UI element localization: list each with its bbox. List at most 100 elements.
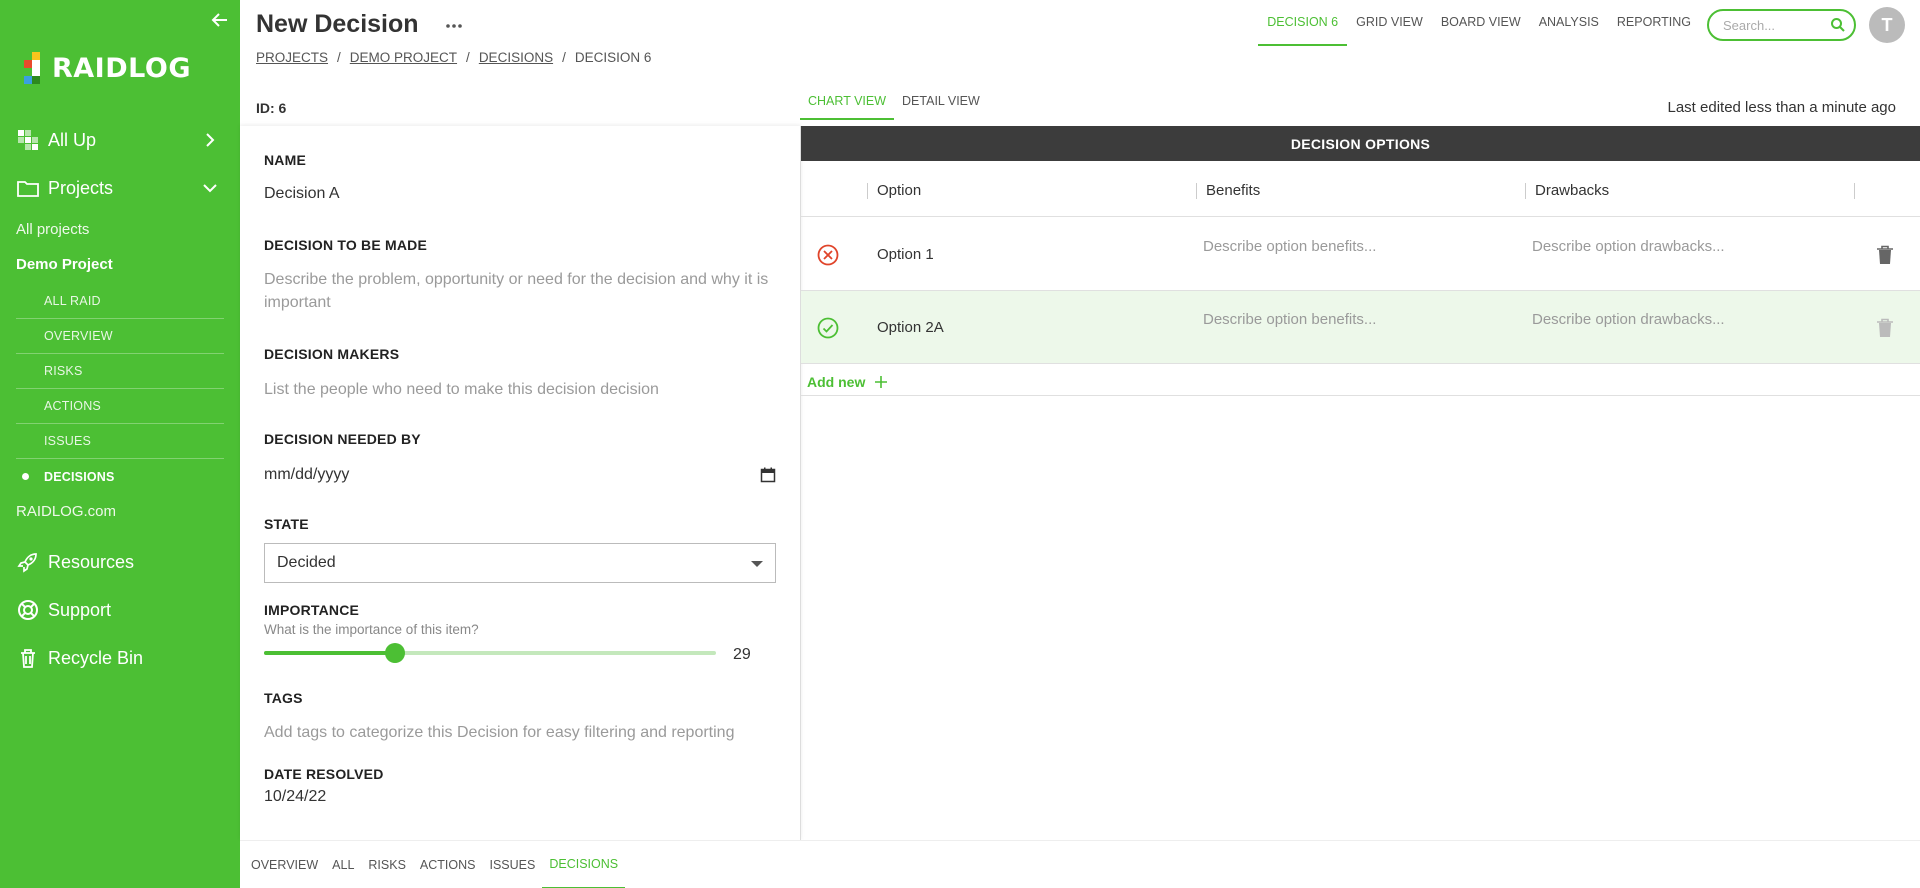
tab-reporting[interactable]: REPORTING bbox=[1608, 0, 1700, 46]
option-drawbacks-field[interactable]: Describe option drawbacks... bbox=[1532, 238, 1725, 255]
record-id: ID: 6 bbox=[256, 100, 287, 116]
lifebuoy-icon bbox=[16, 598, 40, 622]
state-value: Decided bbox=[277, 554, 336, 571]
sidebar-item-decisions[interactable]: DECISIONS bbox=[16, 459, 224, 494]
bottom-tab-overview[interactable]: OVERVIEW bbox=[244, 841, 325, 888]
sidebar: RAIDLOG All Up Projects All projects Dem… bbox=[0, 0, 240, 888]
bottom-tab-risks[interactable]: RISKS bbox=[361, 841, 413, 888]
avatar[interactable]: T bbox=[1869, 7, 1905, 43]
collapse-sidebar-button[interactable] bbox=[206, 6, 234, 34]
column-header-benefits: Benefits bbox=[1196, 183, 1260, 199]
add-new-option-button[interactable]: Add new bbox=[807, 374, 888, 390]
option-name[interactable]: Option 2A bbox=[877, 319, 944, 336]
breadcrumb: PROJECTS / DEMO PROJECT / DECISIONS / DECIS… bbox=[256, 50, 652, 65]
column-divider bbox=[1854, 183, 1864, 199]
breadcrumb-demo-project[interactable]: DEMO PROJECT bbox=[350, 50, 457, 65]
state-select[interactable]: Decided bbox=[264, 543, 776, 583]
sidebar-item-resources[interactable]: Resources bbox=[0, 542, 240, 582]
option-benefits-field[interactable]: Describe option benefits... bbox=[1203, 238, 1376, 255]
sidebar-current-project[interactable]: Demo Project bbox=[16, 256, 113, 273]
date-resolved-label: DATE RESOLVED bbox=[264, 766, 384, 782]
plus-icon bbox=[875, 376, 888, 388]
folder-icon bbox=[16, 176, 40, 200]
tab-analysis[interactable]: ANALYSIS bbox=[1530, 0, 1608, 46]
decision-to-be-made-label: DECISION TO BE MADE bbox=[264, 237, 428, 253]
reject-circle-icon[interactable] bbox=[817, 244, 839, 266]
date-resolved-value: 10/24/22 bbox=[264, 788, 327, 805]
sidebar-item-label: Support bbox=[48, 599, 112, 620]
delete-icon[interactable] bbox=[1876, 245, 1894, 265]
search-input[interactable] bbox=[1723, 17, 1823, 33]
decision-to-be-made-field[interactable]: Describe the problem, opportunity or nee… bbox=[264, 268, 774, 314]
sidebar-item-actions[interactable]: ACTIONS bbox=[16, 389, 224, 424]
raidlog-website-link[interactable]: RAIDLOG.com bbox=[16, 503, 116, 520]
add-new-label: Add new bbox=[807, 374, 866, 390]
tags-label: TAGS bbox=[264, 690, 303, 706]
bottom-tab-actions[interactable]: ACTIONS bbox=[413, 841, 483, 888]
delete-icon[interactable] bbox=[1876, 318, 1894, 338]
tab-grid-view[interactable]: GRID VIEW bbox=[1347, 0, 1432, 46]
sidebar-item-label: All Up bbox=[48, 129, 97, 150]
calendar-icon[interactable] bbox=[760, 467, 776, 483]
date-value: mm/dd/yyyy bbox=[264, 466, 350, 483]
arrow-left-icon bbox=[211, 13, 227, 27]
name-label: NAME bbox=[264, 152, 307, 168]
sidebar-all-projects-link[interactable]: All projects bbox=[16, 221, 89, 238]
logo-mark-icon bbox=[24, 52, 48, 84]
sidebar-item-support[interactable]: Support bbox=[0, 590, 240, 630]
slider-thumb[interactable] bbox=[385, 643, 406, 663]
sidebar-item-label: Recycle Bin bbox=[48, 647, 144, 668]
chevron-right-icon bbox=[206, 133, 215, 147]
option-row[interactable]: Option 2A Describe option benefits... De… bbox=[801, 291, 1920, 364]
bottom-tabs: OVERVIEW ALL RISKS ACTIONS ISSUES DECISI… bbox=[240, 840, 1920, 888]
column-header-option: Option bbox=[867, 183, 921, 199]
tab-detail-view[interactable]: DETAIL VIEW bbox=[894, 86, 988, 120]
importance-label: IMPORTANCE bbox=[264, 602, 360, 618]
option-drawbacks-field[interactable]: Describe option drawbacks... bbox=[1532, 311, 1725, 328]
importance-value: 29 bbox=[733, 646, 751, 663]
option-benefits-field[interactable]: Describe option benefits... bbox=[1203, 311, 1376, 328]
page-title: New Decision bbox=[256, 10, 419, 38]
sidebar-item-all-up[interactable]: All Up bbox=[0, 120, 240, 160]
importance-help-text: What is the importance of this item? bbox=[264, 622, 479, 637]
search-box bbox=[1707, 9, 1856, 41]
more-options-button[interactable] bbox=[444, 16, 464, 36]
bottom-tab-decisions[interactable]: DECISIONS bbox=[542, 841, 626, 888]
tab-chart-view[interactable]: CHART VIEW bbox=[800, 86, 895, 120]
tab-board-view[interactable]: BOARD VIEW bbox=[1432, 0, 1530, 46]
sidebar-item-risks[interactable]: RISKS bbox=[16, 354, 224, 389]
sidebar-item-label: Resources bbox=[48, 551, 135, 572]
raidlog-logo[interactable]: RAIDLOG bbox=[24, 52, 191, 84]
options-column-headers: Option Benefits Drawbacks bbox=[801, 161, 1920, 217]
sidebar-item-projects[interactable]: Projects bbox=[0, 168, 240, 208]
sidebar-item-issues[interactable]: ISSUES bbox=[16, 424, 224, 459]
breadcrumb-decisions[interactable]: DECISIONS bbox=[479, 50, 553, 65]
slider-fill bbox=[264, 651, 396, 655]
logo-text: RAIDLOG bbox=[52, 52, 192, 84]
tags-field[interactable]: Add tags to categorize this Decision for… bbox=[264, 721, 774, 744]
bottom-tab-issues[interactable]: ISSUES bbox=[482, 841, 542, 888]
column-header-drawbacks: Drawbacks bbox=[1525, 183, 1609, 199]
sidebar-item-recycle-bin[interactable]: Recycle Bin bbox=[0, 638, 240, 678]
sidebar-item-label: Projects bbox=[48, 177, 114, 198]
importance-slider[interactable] bbox=[264, 643, 716, 663]
state-label: STATE bbox=[264, 516, 309, 532]
breadcrumb-projects[interactable]: PROJECTS bbox=[256, 50, 328, 65]
chevron-down-icon bbox=[203, 184, 217, 193]
decision-makers-label: DECISION MAKERS bbox=[264, 346, 400, 362]
search-icon[interactable] bbox=[1830, 17, 1846, 33]
name-field[interactable]: Decision A bbox=[264, 185, 340, 203]
dropdown-caret-icon bbox=[751, 561, 763, 567]
tab-decision-6[interactable]: DECISION 6 bbox=[1258, 0, 1348, 46]
check-circle-icon[interactable] bbox=[817, 317, 839, 339]
decision-needed-by-date-input[interactable]: mm/dd/yyyy bbox=[264, 462, 776, 488]
bottom-tab-all[interactable]: ALL bbox=[325, 841, 361, 888]
decision-makers-field[interactable]: List the people who need to make this de… bbox=[264, 378, 774, 401]
option-row[interactable]: Option 1 Describe option benefits... Des… bbox=[801, 218, 1920, 291]
sidebar-item-all-raid[interactable]: ALL RAID bbox=[16, 284, 224, 319]
trash-icon bbox=[16, 646, 40, 670]
option-name[interactable]: Option 1 bbox=[877, 246, 934, 263]
rocket-icon bbox=[16, 550, 40, 574]
decision-needed-by-label: DECISION NEEDED BY bbox=[264, 431, 421, 447]
sidebar-item-overview[interactable]: OVERVIEW bbox=[16, 319, 224, 354]
